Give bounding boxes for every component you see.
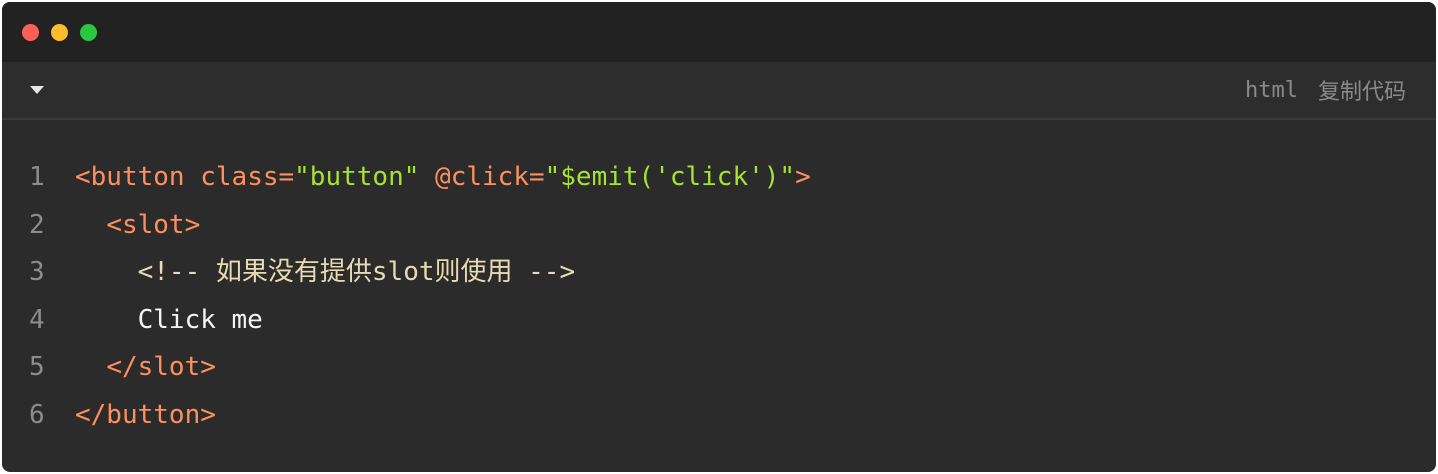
code-token-tag: </slot>	[106, 352, 216, 382]
caret-down-icon	[30, 86, 44, 94]
code-token-str: "button"	[294, 162, 436, 192]
line-number: 3	[29, 257, 45, 287]
line-number: 6	[29, 399, 45, 430]
toolbar-actions: html 复制代码	[1245, 74, 1406, 106]
code-line: 5 </slot>	[2, 344, 1436, 392]
language-label: html	[1245, 77, 1298, 103]
code-token-text: Click me	[75, 304, 263, 335]
line-content: <button class="button" @click="$emit('cl…	[75, 154, 811, 202]
line-content: </button>	[75, 392, 216, 440]
code-line: 1 <button class="button" @click="$emit('c…	[2, 154, 1436, 202]
collapse-toggle[interactable]	[28, 81, 46, 99]
line-content: </slot>	[75, 344, 216, 392]
copy-code-button[interactable]: 复制代码	[1318, 74, 1406, 106]
code-line: 3 <!-- 如果没有提供slot则使用 -->	[2, 249, 1436, 297]
code-toolbar: html 复制代码	[2, 62, 1436, 120]
close-button[interactable]	[22, 23, 39, 41]
line-content: <!-- 如果没有提供slot则使用 -->	[75, 249, 576, 297]
code-token-attr: class=	[200, 162, 295, 192]
line-number: 5	[29, 352, 45, 382]
code-token-tag: </button>	[75, 399, 216, 430]
code-block-window: html 复制代码 1 <button class="button" @click…	[2, 2, 1436, 472]
code-area[interactable]: 1 <button class="button" @click="$emit('c…	[2, 120, 1436, 439]
line-number: 1	[29, 162, 45, 192]
code-line: 2 <slot>	[2, 202, 1436, 250]
line-content: Click me	[75, 297, 263, 345]
code-token-str: "$emit('click')"	[544, 162, 796, 192]
code-line: 6 </button>	[2, 392, 1436, 440]
zoom-button[interactable]	[80, 23, 97, 41]
code-token-tag: <slot>	[106, 209, 201, 240]
code-line: 4 Click me	[2, 297, 1436, 345]
code-token-attr: @click=	[435, 162, 545, 192]
code-token-comment: <!-- 如果没有提供slot则使用 -->	[137, 257, 576, 287]
line-number: 4	[29, 304, 45, 335]
minimize-button[interactable]	[51, 23, 68, 41]
line-content: <slot>	[75, 202, 200, 250]
title-bar	[2, 2, 1436, 62]
line-number: 2	[29, 209, 45, 240]
code-token-tag: >	[795, 162, 811, 192]
code-token-tag: <button	[75, 162, 201, 192]
